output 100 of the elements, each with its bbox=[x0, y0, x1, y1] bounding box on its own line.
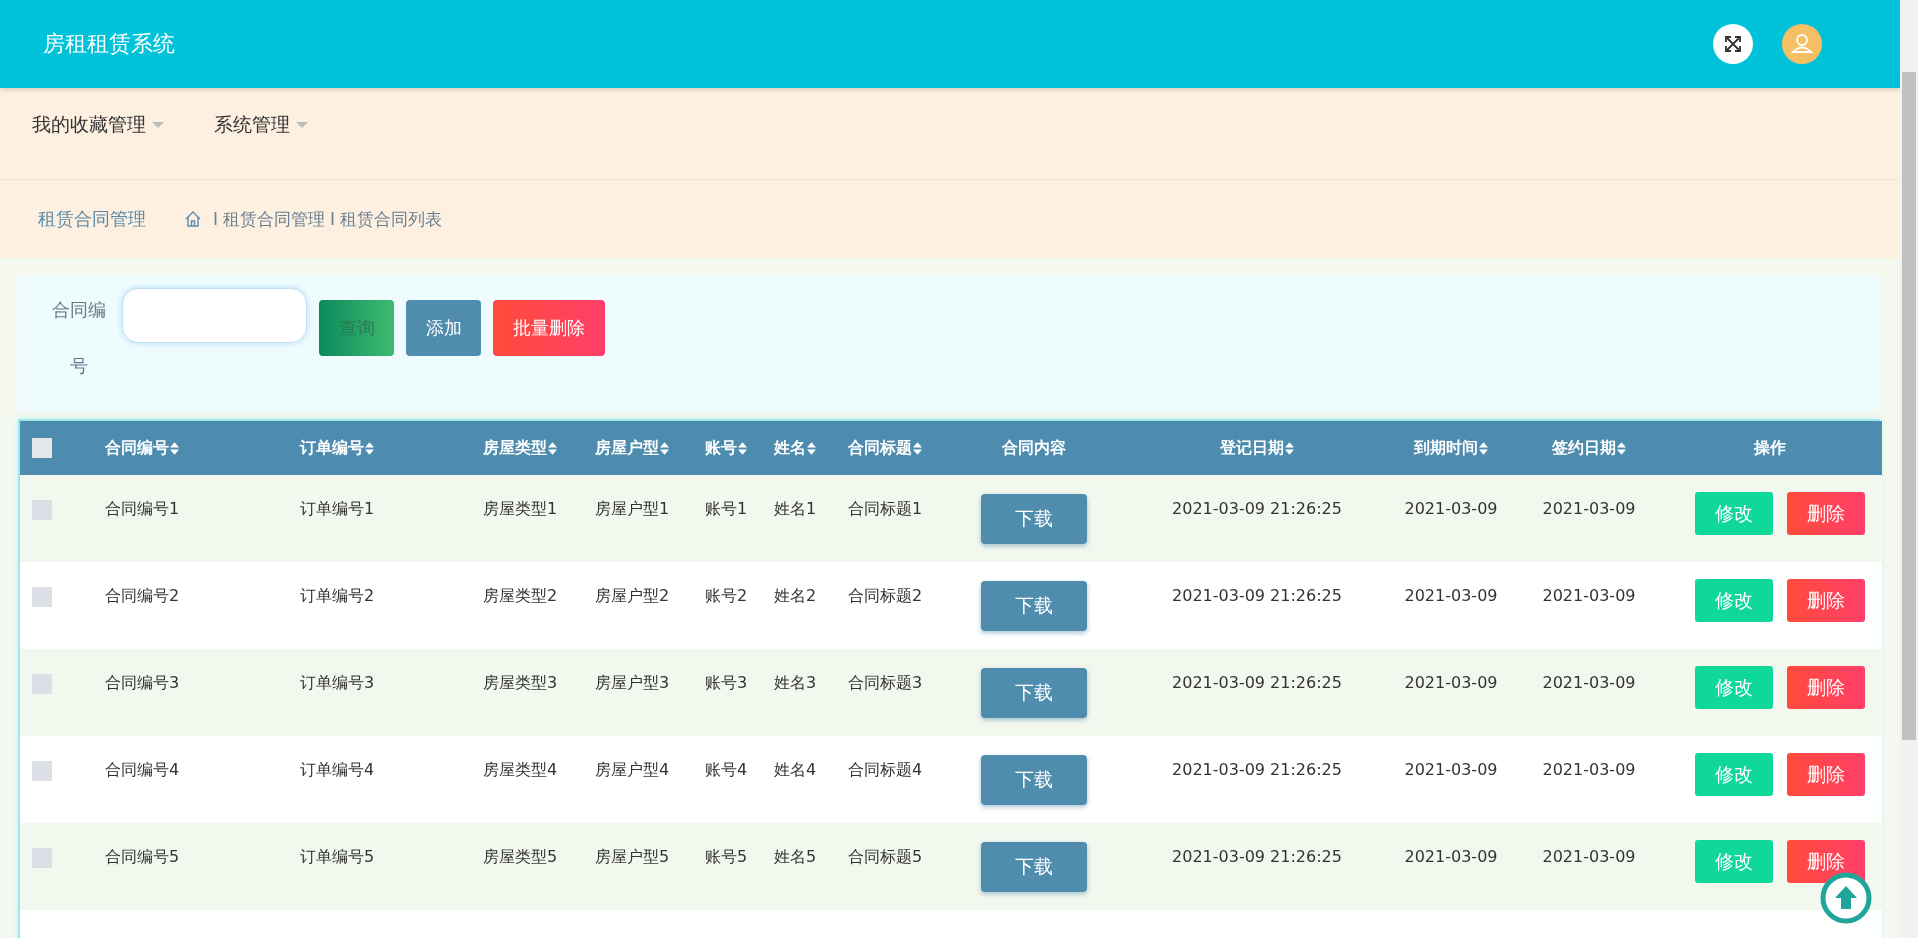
nav-menu-item[interactable]: 我的收藏管理 bbox=[32, 112, 164, 138]
table-cell: 房屋户型1 bbox=[594, 499, 670, 518]
field-label: 合同编号 bbox=[51, 298, 107, 378]
table-cell: 订单编号5 bbox=[299, 847, 375, 866]
table-cell: 2021-03-09 bbox=[1404, 673, 1498, 692]
sort-icon[interactable] bbox=[1479, 441, 1488, 455]
column-header[interactable]: 订单编号 bbox=[300, 437, 364, 459]
column-header[interactable]: 登记日期 bbox=[1220, 437, 1284, 459]
edit-button[interactable]: 修改 bbox=[1695, 753, 1773, 796]
breadcrumb-link[interactable]: 租赁合同管理 bbox=[223, 207, 325, 231]
table-cell: 合同标题2 bbox=[847, 586, 923, 605]
batch-delete-button[interactable]: 批量删除 bbox=[493, 300, 605, 356]
table-cell: 账号4 bbox=[704, 760, 748, 779]
download-button[interactable]: 下载 bbox=[981, 580, 1087, 631]
row-checkbox[interactable] bbox=[32, 499, 52, 520]
sort-icon[interactable] bbox=[913, 441, 922, 455]
table-cell: 账号2 bbox=[704, 586, 748, 605]
row-checkbox[interactable] bbox=[32, 586, 52, 607]
table-cell: 2021-03-09 bbox=[1542, 847, 1636, 866]
table-cell: 账号1 bbox=[704, 499, 748, 518]
table-cell: 2021-03-09 21:26:25 bbox=[1172, 499, 1342, 518]
table-cell: 姓名1 bbox=[773, 499, 817, 518]
table-cell: 2021-03-09 21:26:25 bbox=[1172, 586, 1342, 605]
row-checkbox[interactable] bbox=[32, 847, 52, 868]
table-cell: 合同编号4 bbox=[104, 760, 180, 779]
table-cell: 房屋类型3 bbox=[482, 673, 558, 692]
app-title: 房租租赁系统 bbox=[43, 30, 175, 58]
delete-button[interactable]: 删除 bbox=[1787, 579, 1865, 622]
download-button[interactable]: 下载 bbox=[981, 841, 1087, 892]
home-icon[interactable] bbox=[184, 210, 202, 228]
add-button[interactable]: 添加 bbox=[406, 300, 481, 356]
sort-icon[interactable] bbox=[548, 441, 557, 455]
page-title: 租赁合同管理 bbox=[38, 207, 146, 231]
table-cell: 姓名3 bbox=[773, 673, 817, 692]
table-cell: 2021-03-09 21:26:25 bbox=[1172, 760, 1342, 779]
table-cell: 合同编号2 bbox=[104, 586, 180, 605]
table-cell: 房屋类型1 bbox=[482, 499, 558, 518]
scrollbar[interactable] bbox=[1900, 0, 1918, 938]
table-cell: 房屋类型5 bbox=[482, 847, 558, 866]
table-cell: 房屋户型5 bbox=[594, 847, 670, 866]
table-cell: 房屋类型4 bbox=[482, 760, 558, 779]
back-to-top-icon[interactable] bbox=[1820, 872, 1872, 924]
fullscreen-icon[interactable] bbox=[1713, 24, 1753, 64]
column-header[interactable]: 到期时间 bbox=[1414, 437, 1478, 459]
sort-icon[interactable] bbox=[807, 441, 816, 455]
edit-button[interactable]: 修改 bbox=[1695, 666, 1773, 709]
user-avatar-icon[interactable] bbox=[1782, 24, 1822, 64]
table-cell: 姓名5 bbox=[773, 847, 817, 866]
row-checkbox[interactable] bbox=[32, 673, 52, 694]
select-all-checkbox[interactable] bbox=[32, 438, 52, 459]
download-button[interactable]: 下载 bbox=[981, 667, 1087, 718]
column-header[interactable]: 签约日期 bbox=[1552, 437, 1616, 459]
table-cell: 2021-03-09 21:26:25 bbox=[1172, 673, 1342, 692]
edit-button[interactable]: 修改 bbox=[1695, 840, 1773, 883]
breadcrumb-separator: I bbox=[330, 209, 336, 229]
sort-icon[interactable] bbox=[1285, 441, 1294, 455]
table-cell: 姓名4 bbox=[773, 760, 817, 779]
table-cell: 合同标题1 bbox=[847, 499, 923, 518]
edit-button[interactable]: 修改 bbox=[1695, 492, 1773, 535]
edit-button[interactable]: 修改 bbox=[1695, 579, 1773, 622]
table-cell: 房屋户型4 bbox=[594, 760, 670, 779]
sort-icon[interactable] bbox=[365, 441, 374, 455]
table-cell: 合同编号3 bbox=[104, 673, 180, 692]
column-header[interactable]: 姓名 bbox=[774, 437, 806, 459]
table-cell: 2021-03-09 bbox=[1542, 586, 1636, 605]
sort-icon[interactable] bbox=[738, 441, 747, 455]
table-cell: 合同编号1 bbox=[104, 499, 180, 518]
table-cell: 订单编号3 bbox=[299, 673, 375, 692]
column-header[interactable]: 操作 bbox=[1754, 437, 1786, 459]
table-cell: 2021-03-09 bbox=[1542, 760, 1636, 779]
sort-icon[interactable] bbox=[170, 441, 179, 455]
table-cell: 2021-03-09 bbox=[1542, 499, 1636, 518]
sort-icon[interactable] bbox=[1617, 441, 1626, 455]
table-cell: 账号5 bbox=[704, 847, 748, 866]
download-button[interactable]: 下载 bbox=[981, 493, 1087, 544]
table-cell: 房屋户型2 bbox=[594, 586, 670, 605]
table-cell: 订单编号1 bbox=[299, 499, 375, 518]
table-cell: 2021-03-09 bbox=[1404, 847, 1498, 866]
table-cell: 房屋户型3 bbox=[594, 673, 670, 692]
delete-button[interactable]: 删除 bbox=[1787, 666, 1865, 709]
table-cell: 2021-03-09 bbox=[1404, 499, 1498, 518]
table-cell: 2021-03-09 21:26:25 bbox=[1172, 847, 1342, 866]
download-button[interactable]: 下载 bbox=[981, 754, 1087, 805]
nav-menu-item[interactable]: 系统管理 bbox=[214, 112, 308, 138]
breadcrumb-separator: I bbox=[213, 209, 218, 229]
delete-button[interactable]: 删除 bbox=[1787, 753, 1865, 796]
table-cell: 2021-03-09 bbox=[1404, 760, 1498, 779]
breadcrumb-link[interactable]: 租赁合同列表 bbox=[340, 207, 443, 231]
table-cell: 订单编号2 bbox=[299, 586, 375, 605]
contract-number-field[interactable] bbox=[122, 288, 307, 343]
delete-button[interactable]: 删除 bbox=[1787, 840, 1865, 883]
table-cell: 2021-03-09 bbox=[1404, 586, 1498, 605]
sort-icon[interactable] bbox=[660, 441, 669, 455]
table-cell: 合同标题3 bbox=[847, 673, 923, 692]
delete-button[interactable]: 删除 bbox=[1787, 492, 1865, 535]
table-cell: 2021-03-09 bbox=[1542, 673, 1636, 692]
table-cell: 合同标题5 bbox=[847, 847, 923, 866]
column-header[interactable]: 合同内容 bbox=[1002, 437, 1066, 459]
table-cell: 姓名2 bbox=[773, 586, 817, 605]
row-checkbox[interactable] bbox=[32, 760, 52, 781]
